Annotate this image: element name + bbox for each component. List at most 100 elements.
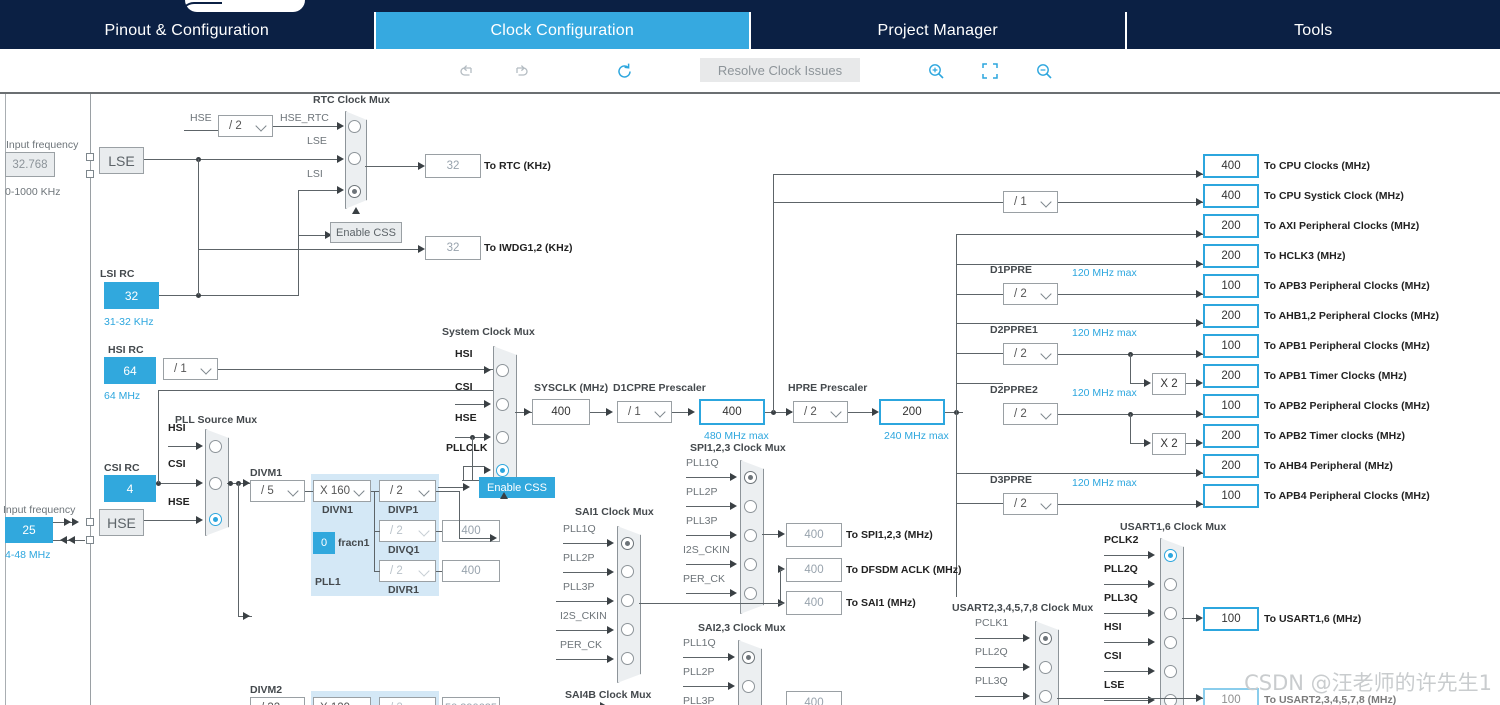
rtc-output-field[interactable]: 32 [425,154,481,178]
d2ppre1-max-label: 120 MHz max [1072,327,1137,339]
sai1-mux-radio-per-ck[interactable] [621,652,634,665]
system-clock-mux-radio-hse[interactable] [496,431,509,444]
spi-mux-radio-per-ck[interactable] [744,587,757,600]
hse-oscillator-box[interactable]: HSE [99,509,144,536]
d3ppre-select[interactable]: / 2 [1003,493,1058,515]
sai23-mux-radio-pll1q[interactable] [742,651,755,664]
pll-source-mux-radio-hse[interactable] [209,513,222,526]
pll1-divp-select[interactable]: / 2 [379,480,436,502]
usart16-mux-radio-pclk2[interactable] [1164,549,1177,562]
spi-mux-radio-pll1q[interactable] [744,471,757,484]
output-apb3-field[interactable]: 100 [1203,274,1259,298]
pll2-divp-select[interactable]: / 2 [379,697,436,705]
output-axi-field[interactable]: 200 [1203,214,1259,238]
pll1-divr-value: / 2 [384,565,419,577]
d1cpre-select[interactable]: / 1 [617,401,672,423]
sysclk-field[interactable]: 400 [532,399,590,425]
system-clock-mux-radio-pllclk[interactable] [496,464,509,477]
d1ppre-select[interactable]: / 2 [1003,283,1058,305]
usart16-mux-radio-csi[interactable] [1164,665,1177,678]
pll1-divm-select[interactable]: / 5 [250,480,305,502]
chevron-down-icon [354,485,366,497]
zoom-in-icon[interactable] [924,60,948,82]
pll1-divq-select[interactable]: / 2 [379,520,436,542]
sai1-mux-radio-pll3p[interactable] [621,594,634,607]
usart16-mux-radio-pll3q[interactable] [1164,607,1177,620]
pll-source-mux-radio-hsi[interactable] [209,440,222,453]
undo-icon[interactable] [455,60,479,82]
hpre-output-field[interactable]: 200 [879,399,945,425]
output-cpu-systick-field[interactable]: 400 [1203,184,1259,208]
dfsdm-output-field[interactable]: 400 [786,558,842,582]
d1cpre-output-field[interactable]: 400 [699,399,765,425]
hsi-divider-select[interactable]: / 1 [163,358,218,380]
pll2-divp-output[interactable]: 50.390625 [442,697,500,705]
usart2345-mux-radio-pll2q[interactable] [1039,661,1052,674]
usart16-mux-radio-pll2q[interactable] [1164,578,1177,591]
output-ahb12-field[interactable]: 200 [1203,304,1259,328]
redo-icon[interactable] [509,60,533,82]
d2ppre2-select[interactable]: / 2 [1003,403,1058,425]
zoom-out-icon[interactable] [1032,60,1056,82]
output-apb1-field[interactable]: 100 [1203,334,1259,358]
hsi-value-field[interactable]: 64 [104,357,156,384]
tab-clock-configuration[interactable]: Clock Configuration [376,12,752,49]
output-hclk3-field[interactable]: 200 [1203,244,1259,268]
output-ahb4-field[interactable]: 200 [1203,454,1259,478]
hse-input-frequency-field[interactable]: 25 [5,517,53,543]
usart16-output-field[interactable]: 100 [1203,607,1259,631]
d2ppre1-select[interactable]: / 2 [1003,343,1058,365]
system-clock-mux-radio-csi[interactable] [496,398,509,411]
output-apb2-field[interactable]: 100 [1203,394,1259,418]
sai1-mux-radio-pll2p[interactable] [621,565,634,578]
output-apb1-timer-field[interactable]: 200 [1203,364,1259,388]
output-apb4-field[interactable]: 100 [1203,484,1259,508]
spi-mux-radio-pll3p[interactable] [744,529,757,542]
system-clock-mux-radio-hsi[interactable] [496,364,509,377]
tab-tools[interactable]: Tools [1127,12,1500,49]
output-cpu-clocks-field[interactable]: 400 [1203,154,1259,178]
systick-divider-select[interactable]: / 1 [1003,191,1058,213]
rtc-mux-radio-lsi[interactable] [348,185,361,198]
pll-source-mux-radio-csi[interactable] [209,477,222,490]
pll1-fracn-field[interactable]: 0 [313,532,335,554]
pll2-divm-select[interactable]: / 32 [250,697,305,705]
hse-rtc-divider-value: / 2 [223,120,256,132]
fit-to-screen-icon[interactable] [978,60,1002,82]
hpre-select[interactable]: / 2 [793,401,848,423]
system-enable-css-button[interactable]: Enable CSS [479,477,555,498]
sai1-mux-radio-pll1q[interactable] [621,537,634,550]
pll1-divn-select[interactable]: X 160 [313,480,371,502]
lse-oscillator-box[interactable]: LSE [99,147,144,174]
pll2-divn-select[interactable]: X 129 [313,697,371,705]
sai23-mux-radio-pll2p[interactable] [742,680,755,693]
spi-output-field[interactable]: 400 [786,523,842,547]
resolve-clock-issues-button[interactable]: Resolve Clock Issues [700,58,860,82]
pll1-divr-output[interactable]: 400 [442,560,500,582]
usart2345-mux-radio-pclk1[interactable] [1039,632,1052,645]
usart2345-mux-radio-pll3q[interactable] [1039,690,1052,703]
spi-mux-radio-pll2p[interactable] [744,500,757,513]
lse-input-frequency-field[interactable]: 32.768 [5,152,55,177]
usart16-mux-radio-lse[interactable] [1164,694,1177,705]
sai1-output-field[interactable]: 400 [786,591,842,615]
pll1-divr-select[interactable]: / 2 [379,560,436,582]
rtc-enable-css-button[interactable]: Enable CSS [330,222,402,243]
usart16-clock-mux[interactable] [1160,538,1184,705]
output-apb2-timer-field[interactable]: 200 [1203,424,1259,448]
usart16-mux-radio-hsi[interactable] [1164,636,1177,649]
iwdg-output-field[interactable]: 32 [425,236,481,260]
rtc-mux-radio-lse[interactable] [348,152,361,165]
tab-pinout-configuration[interactable]: Pinout & Configuration [0,12,376,49]
spi-mux-radio-i2s-ckin[interactable] [744,558,757,571]
sai23-clock-mux[interactable] [738,640,762,705]
lsi-value-field[interactable]: 32 [104,282,159,309]
rtc-mux-radio-hse-rtc[interactable] [348,120,361,133]
sai1-mux-radio-i2s-ckin[interactable] [621,623,634,636]
csi-value-field[interactable]: 4 [104,475,156,502]
tab-project-manager[interactable]: Project Manager [751,12,1127,49]
hse-rtc-divider-select[interactable]: / 2 [218,115,273,137]
rtc-mux-input-lsi-label: LSI [307,168,323,180]
refresh-icon[interactable] [612,60,636,82]
clock-tree-canvas[interactable]: Input frequency 32.768 0-1000 KHz LSE LS… [0,92,1500,705]
